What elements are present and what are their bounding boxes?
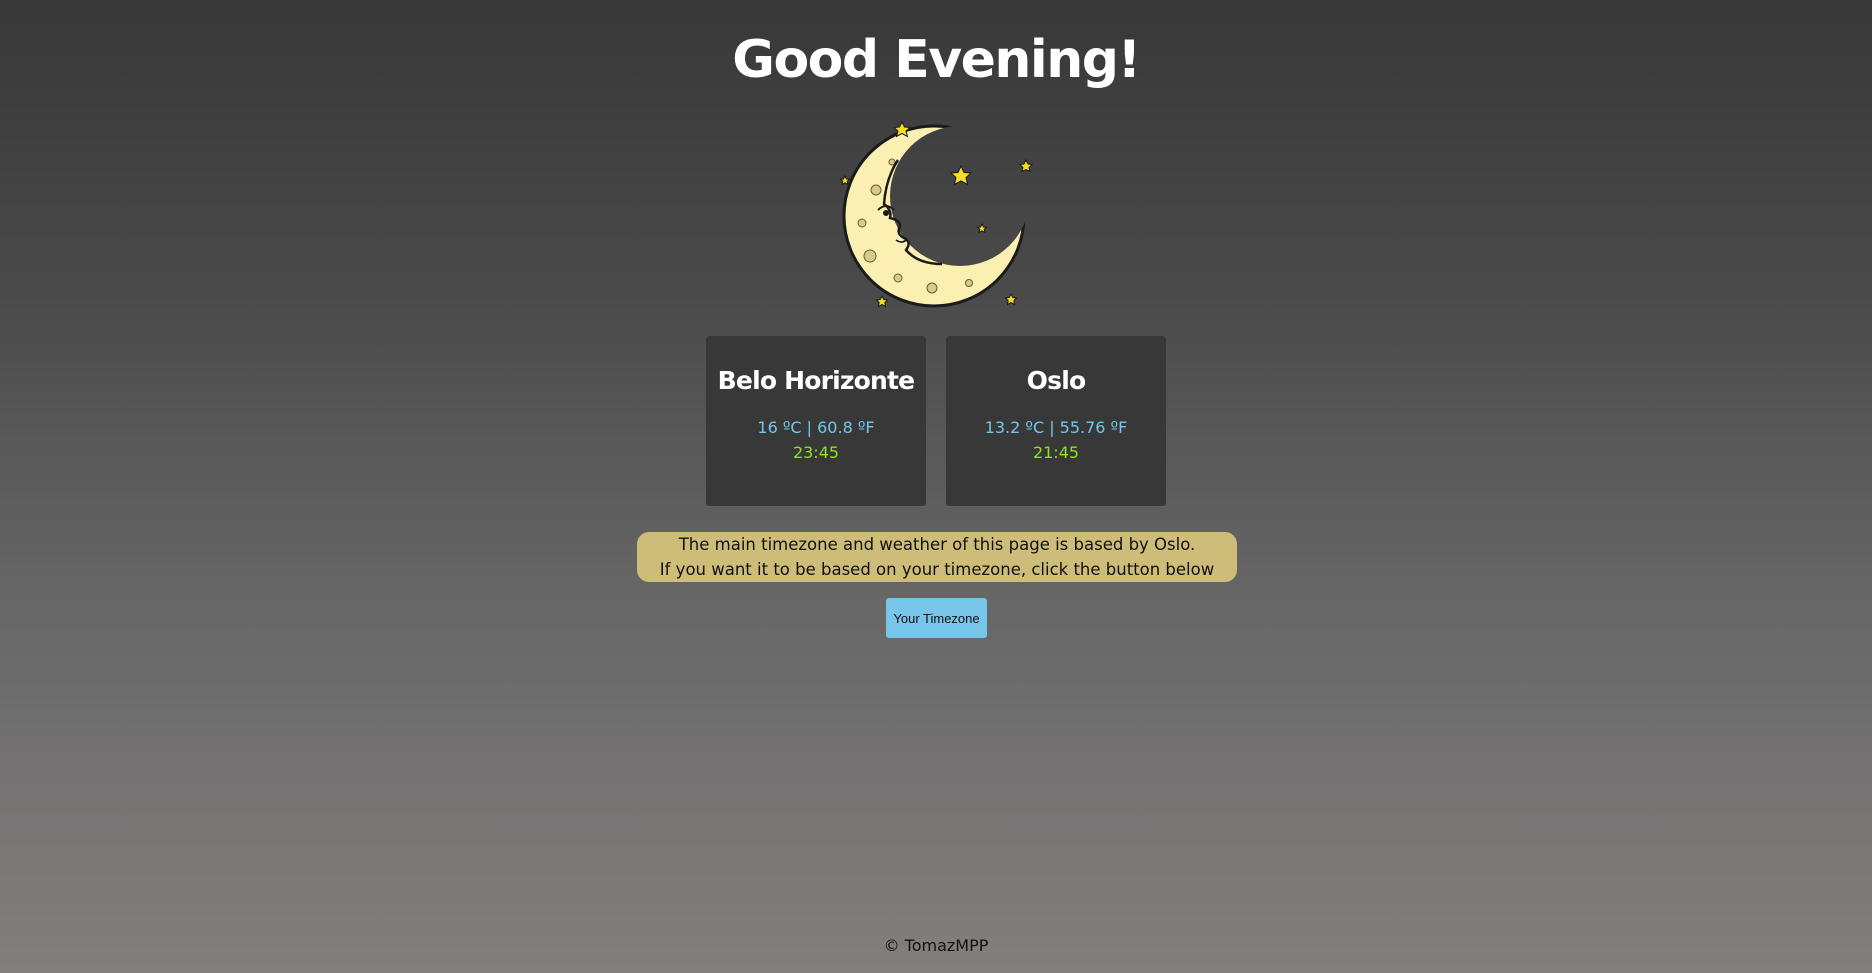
city-temperature: 16 ºC | 60.8 ºF <box>757 418 875 437</box>
city-cards: Belo Horizonte 16 ºC | 60.8 ºF 23:45 Osl… <box>0 336 1872 506</box>
footer-copyright: © TomazMPP <box>883 936 989 955</box>
your-timezone-button[interactable]: Your Timezone <box>886 598 987 638</box>
timezone-notice: The main timezone and weather of this pa… <box>637 532 1237 582</box>
notice-line-2: If you want it to be based on your timez… <box>659 560 1215 579</box>
city-name: Oslo <box>1026 366 1086 395</box>
city-card-belo-horizonte: Belo Horizonte 16 ºC | 60.8 ºF 23:45 <box>706 336 926 506</box>
city-card-oslo: Oslo 13.2 ºC | 55.76 ºF 21:45 <box>946 336 1166 506</box>
city-time: 23:45 <box>792 443 840 462</box>
notice-line-1: The main timezone and weather of this pa… <box>678 535 1196 554</box>
city-temperature: 13.2 ºC | 55.76 ºF <box>984 418 1128 437</box>
crescent-moon-with-stars-icon <box>834 118 1038 314</box>
city-time: 21:45 <box>1032 443 1080 462</box>
city-name: Belo Horizonte <box>717 366 915 395</box>
page-title: Good Evening! <box>732 30 1141 90</box>
